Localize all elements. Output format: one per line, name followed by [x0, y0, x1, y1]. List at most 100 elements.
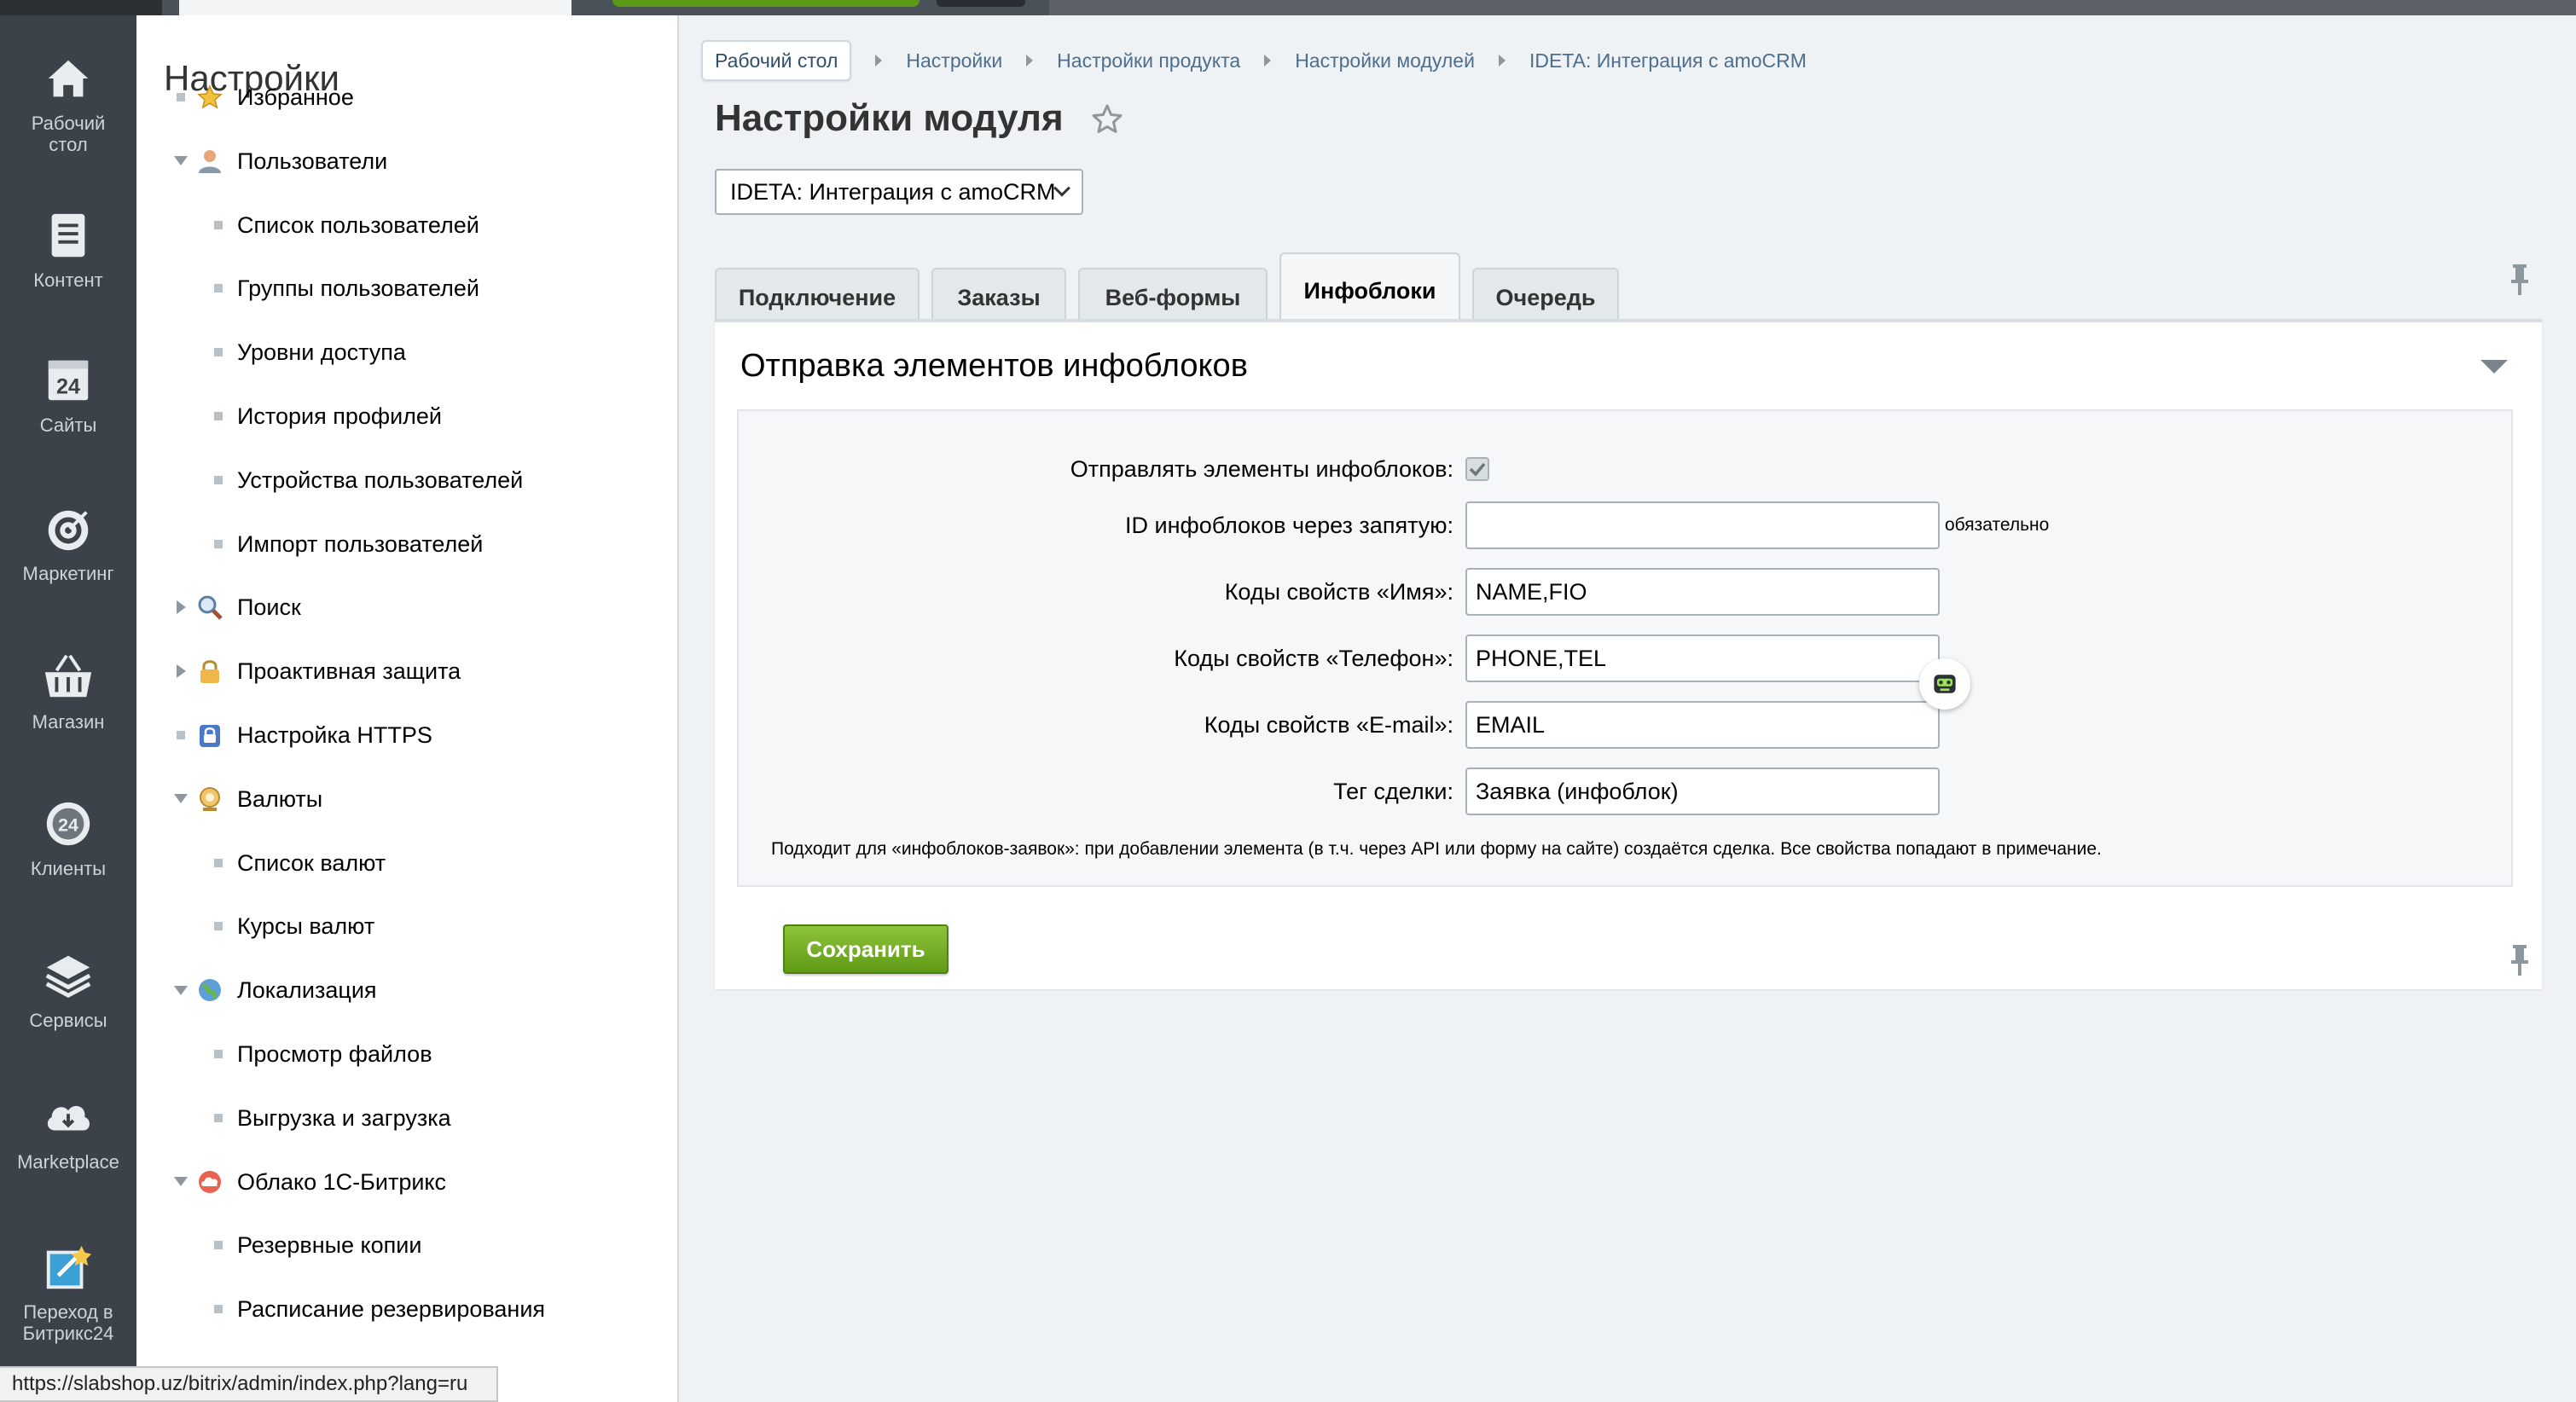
submenu-item[interactable]: История профилей [136, 396, 674, 437]
menu-item-label: Просмотр файлов [237, 1041, 432, 1067]
globe-icon [196, 976, 223, 1004]
basket-icon [41, 650, 96, 704]
menu-item[interactable]: Поиск [136, 587, 674, 628]
menu-item[interactable]: Проактивная защита [136, 651, 674, 692]
breadcrumb-item-settings[interactable]: Настройки [906, 49, 1002, 72]
submenu-item[interactable]: Выгрузка и загрузка [136, 1098, 674, 1138]
expand-arrow-icon[interactable] [174, 794, 188, 804]
rail-item-marketing[interactable]: Маркетинг [0, 501, 136, 584]
module-select[interactable]: IDETA: Интеграция с amoCRM [715, 169, 1083, 215]
collapse-arrow-icon[interactable] [176, 600, 186, 615]
top-admin-strip [0, 0, 2576, 15]
menu-item-label: Список пользователей [237, 211, 479, 238]
tab-connection[interactable]: Подключение [715, 268, 920, 326]
collapse-arrow-icon[interactable] [176, 664, 186, 679]
top-strip-bar [1049, 0, 2576, 15]
expand-arrow-icon[interactable] [174, 156, 188, 166]
submenu-item[interactable]: Группы пользователей [136, 268, 674, 309]
rail-item-shop[interactable]: Магазин [0, 650, 136, 733]
breadcrumb-separator-icon [1026, 55, 1034, 67]
target-icon [41, 501, 96, 556]
breadcrumb-item-desktop[interactable]: Рабочий стол [701, 40, 852, 81]
svg-text:24: 24 [58, 815, 78, 836]
home-icon [41, 51, 96, 106]
rail-item-services[interactable]: Сервисы [0, 948, 136, 1031]
menu-item[interactable]: Локализация [136, 970, 674, 1011]
breadcrumb-item-product-settings[interactable]: Настройки продукта [1057, 49, 1240, 72]
save-button[interactable]: Сохранить [783, 924, 949, 974]
menu-item-label: Импорт пользователей [237, 530, 484, 557]
status-url-bar: https://slabshop.uz/bitrix/admin/index.p… [0, 1366, 498, 1402]
phone-codes-input[interactable]: PHONE,TEL [1465, 634, 1940, 682]
submenu-item[interactable]: Резервные копии [136, 1225, 674, 1266]
top-strip-dark-button[interactable] [937, 0, 1025, 7]
menu-item[interactable]: Валюты [136, 779, 674, 820]
submenu-item[interactable]: Импорт пользователей [136, 524, 674, 565]
menu-item[interactable]: Избранное [136, 77, 674, 118]
rail-item-desktop[interactable]: Рабочий стол [0, 51, 136, 155]
submenu-item[interactable]: Уровни доступа [136, 332, 674, 373]
rail-item-bitrix24[interactable]: Переход в Битрикс24 [0, 1240, 136, 1344]
rail-item-sites[interactable]: 24 Сайты [0, 353, 136, 436]
currency-icon [196, 785, 223, 813]
menu-item-label: Устройства пользователей [237, 466, 524, 493]
submenu-item[interactable]: Расписание резервирования [136, 1289, 674, 1330]
send-elements-checkbox[interactable] [1465, 457, 1489, 481]
menu-item[interactable]: Настройка HTTPS [136, 715, 674, 756]
menu-item[interactable]: Облако 1С-Битрикс [136, 1162, 674, 1202]
expand-arrow-icon[interactable] [174, 1177, 188, 1187]
cloud-icon [196, 1168, 223, 1196]
submenu-item[interactable]: Список пользователей [136, 205, 674, 246]
tab-infoblocks[interactable]: Инфоблоки [1279, 252, 1460, 327]
search-icon [196, 594, 223, 621]
pin-icon[interactable] [2508, 263, 2532, 297]
submenu-item[interactable]: Просмотр файлов [136, 1034, 674, 1075]
required-note: обязательно [1945, 515, 2050, 535]
menu-item[interactable]: Пользователи [136, 141, 674, 182]
rail-item-clients[interactable]: 24 Клиенты [0, 797, 136, 879]
rail-label: Контент [33, 269, 103, 291]
top-strip-green-button[interactable] [612, 0, 920, 7]
top-strip-tab[interactable] [179, 0, 571, 15]
tab-queue[interactable]: Очередь [1472, 268, 1619, 326]
bullet-icon [214, 284, 223, 293]
cloud-download-icon [41, 1090, 96, 1144]
breadcrumb-separator-icon [1498, 55, 1506, 67]
menu-item-label: Облако 1С-Битрикс [237, 1168, 447, 1195]
expand-arrow-icon[interactable] [174, 985, 188, 995]
bullet-icon [214, 1113, 223, 1122]
email-codes-input[interactable]: EMAIL [1465, 701, 1940, 749]
rail-label: Переход в Битрикс24 [22, 1301, 114, 1344]
submenu-item[interactable]: Список валют [136, 843, 674, 883]
name-codes-input[interactable]: NAME,FIO [1465, 568, 1940, 616]
menu-item-label: История профилей [237, 403, 443, 429]
menu-item-label: Выгрузка и загрузка [237, 1104, 451, 1131]
form-row-send: Отправлять элементы инфоблоков: [739, 445, 2515, 493]
deal-tag-input[interactable]: Заявка (инфоблок) [1465, 768, 1940, 815]
bullet-icon [214, 220, 223, 229]
breadcrumb: Рабочий стол Настройки Настройки продукт… [701, 39, 1807, 82]
tab-orders[interactable]: Заказы [931, 268, 1066, 326]
star-icon [196, 84, 223, 111]
chat-bot-icon[interactable] [1919, 658, 1970, 710]
pin-icon[interactable] [2508, 943, 2532, 977]
bullet-icon [214, 1241, 223, 1250]
form-row-phone: Коды свойств «Телефон»: PHONE,TEL [739, 634, 2515, 682]
rail-item-marketplace[interactable]: Marketplace [0, 1090, 136, 1173]
bullet-icon [177, 93, 185, 101]
tab-webforms[interactable]: Веб-формы [1078, 268, 1268, 326]
menu-item-label: Курсы валют [237, 913, 375, 940]
collapse-toggle-icon[interactable] [2480, 360, 2508, 374]
submenu-item[interactable]: Устройства пользователей [136, 460, 674, 501]
svg-text:24: 24 [56, 375, 80, 399]
breadcrumb-item-module-settings[interactable]: Настройки модулей [1295, 49, 1475, 72]
rail-item-content[interactable]: Контент [0, 208, 136, 291]
submenu-item[interactable]: Курсы валют [136, 906, 674, 947]
infoblock-ids-input[interactable] [1465, 501, 1940, 549]
breadcrumb-item-module[interactable]: IDETA: Интеграция с amoCRM [1529, 49, 1807, 72]
left-icon-rail: Рабочий стол Контент 24 Сайты Маркетинг М… [0, 15, 136, 1402]
external-link-icon [41, 1240, 96, 1295]
favorite-star-icon[interactable] [1090, 102, 1124, 136]
rail-label: Клиенты [30, 858, 107, 879]
field-label: Отправлять элементы инфоблоков: [1070, 456, 1453, 482]
